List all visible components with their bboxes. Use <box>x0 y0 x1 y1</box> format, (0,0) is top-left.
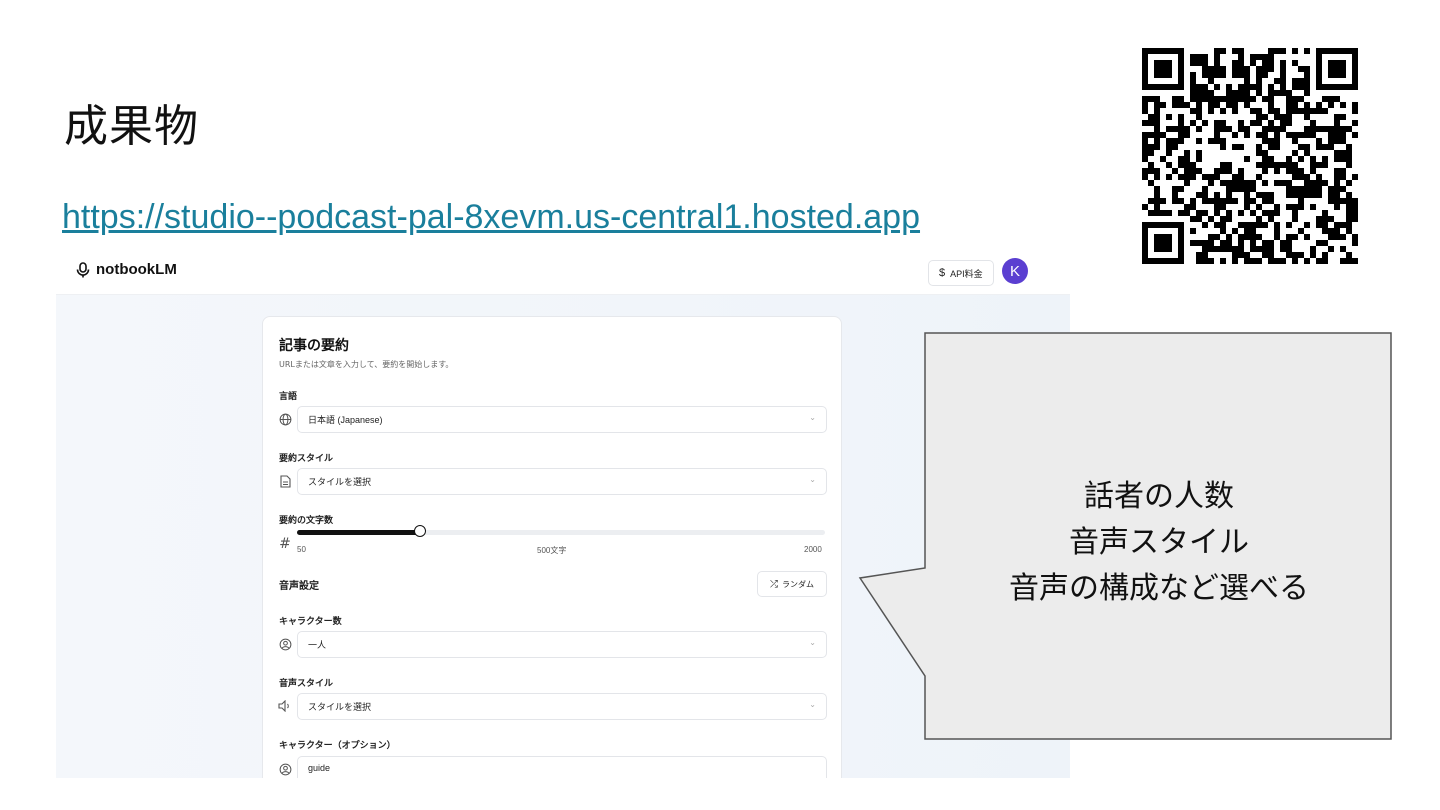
speaker-icon <box>277 698 293 714</box>
chevron-down-icon: ⌄ <box>809 638 816 647</box>
character-count-select[interactable]: 一人 ⌄ <box>297 631 827 658</box>
voice-settings-heading: 音声設定 <box>279 581 319 592</box>
character-label: キャラクター（オプション） <box>279 741 396 751</box>
character-value: guide <box>308 763 331 773</box>
callout-text: 話者の人数 音声スタイル 音声の構成など選べる <box>928 474 1390 612</box>
slider-fill <box>297 530 420 535</box>
app-link[interactable]: https://studio--podcast-pal-8xevm.us-cen… <box>62 198 920 237</box>
brand-name: notbookLM <box>96 261 177 278</box>
avatar[interactable]: K <box>1002 258 1028 284</box>
api-price-button[interactable]: $ API料金 <box>928 260 994 286</box>
chevron-down-icon: ⌄ <box>809 700 816 709</box>
language-label: 言語 <box>279 392 298 402</box>
voice-style-label: 音声スタイル <box>279 679 334 689</box>
slide-title: 成果物 <box>64 101 199 152</box>
document-icon <box>277 473 293 489</box>
globe-icon <box>277 411 293 427</box>
hash-icon: # <box>279 536 291 552</box>
app-body: 記事の要約 URLまたは文章を入力して、要約を開始します。 言語 日本語 (Ja… <box>56 295 1070 778</box>
chevron-down-icon: ⌄ <box>809 475 816 484</box>
random-label: ランダム <box>782 579 814 589</box>
language-value: 日本語 (Japanese) <box>308 415 383 425</box>
slider-thumb[interactable] <box>414 525 426 537</box>
user-circle-icon <box>277 636 293 652</box>
slider-min-label: 50 <box>297 545 306 554</box>
callout-line: 話者の人数 <box>1084 479 1234 514</box>
shuffle-icon: ⤮ <box>770 578 778 590</box>
voice-style-select[interactable]: スタイルを選択 ⌄ <box>297 693 827 720</box>
summary-length-slider[interactable] <box>297 525 825 537</box>
user-circle-icon <box>277 761 293 777</box>
character-select[interactable]: guide <box>297 756 827 778</box>
random-button[interactable]: ⤮ ランダム <box>757 571 827 597</box>
summary-length-label: 要約の文字数 <box>279 516 334 526</box>
microphone-icon <box>76 261 90 277</box>
slider-current-label: 500文字 <box>537 546 567 555</box>
summary-card: 記事の要約 URLまたは文章を入力して、要約を開始します。 言語 日本語 (Ja… <box>262 316 842 778</box>
brand[interactable]: notbookLM <box>76 261 177 278</box>
app-header: notbookLM $ API料金 K <box>56 252 1070 295</box>
chevron-down-icon: ⌄ <box>809 413 816 422</box>
callout-line: 音声スタイル <box>1069 525 1249 560</box>
summary-style-select[interactable]: スタイルを選択 ⌄ <box>297 468 827 495</box>
summary-style-value: スタイルを選択 <box>308 477 372 487</box>
card-subtitle: URLまたは文章を入力して、要約を開始します。 <box>279 360 454 369</box>
character-count-label: キャラクター数 <box>279 617 342 627</box>
qr-code <box>1142 48 1358 264</box>
api-price-label: API料金 <box>950 268 983 279</box>
language-select[interactable]: 日本語 (Japanese) ⌄ <box>297 406 827 433</box>
card-title: 記事の要約 <box>279 338 349 354</box>
callout-line: 音声の構成など選べる <box>1009 571 1309 606</box>
character-count-value: 一人 <box>308 640 327 650</box>
summary-style-label: 要約スタイル <box>279 454 334 464</box>
dollar-icon: $ <box>939 267 946 279</box>
app-screenshot: notbookLM $ API料金 K 記事の要約 URLまたは文章を入力して、… <box>56 252 1070 778</box>
voice-style-value: スタイルを選択 <box>308 702 372 712</box>
slider-max-label: 2000 <box>804 545 822 554</box>
